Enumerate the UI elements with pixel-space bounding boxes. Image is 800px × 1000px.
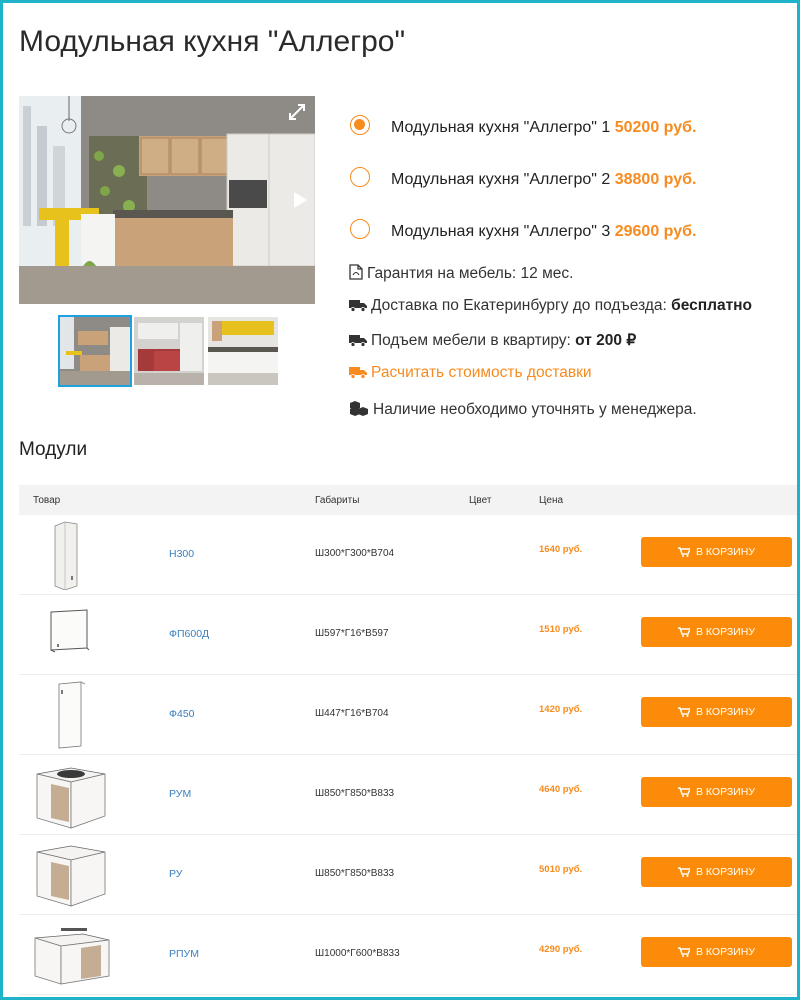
truck-icon bbox=[349, 367, 367, 379]
module-name[interactable]: Ф450 bbox=[169, 708, 195, 720]
next-arrow-icon[interactable] bbox=[291, 190, 309, 210]
page-frame: Модульная кухня "Аллегро" Модульная кухн… bbox=[0, 0, 800, 1000]
table-row: ФП600Д Ш597*Г16*В597 1510 руб. В КОРЗИНУ bbox=[19, 594, 797, 675]
add-to-cart-button[interactable]: В КОРЗИНУ bbox=[641, 937, 792, 967]
cart-icon bbox=[677, 627, 690, 637]
variant-option-3[interactable]: Модульная кухня "Аллегро" 3 29600 руб. bbox=[348, 215, 768, 249]
cart-label: В КОРЗИНУ bbox=[695, 546, 755, 558]
add-to-cart-button[interactable]: В КОРЗИНУ bbox=[641, 617, 792, 647]
module-price: 1640 руб. bbox=[539, 544, 583, 555]
lift-value: от 200 ₽ bbox=[575, 332, 637, 349]
cart-icon bbox=[677, 947, 690, 957]
add-to-cart-button[interactable]: В КОРЗИНУ bbox=[641, 537, 792, 567]
thumbnail-3[interactable] bbox=[206, 315, 280, 387]
truck-icon bbox=[349, 335, 367, 347]
cart-label: В КОРЗИНУ bbox=[695, 866, 755, 878]
module-name[interactable]: РУМ bbox=[169, 788, 191, 800]
variant-price: 50200 руб. bbox=[614, 119, 697, 136]
availability-line: Наличие необходимо уточнять у менеджера. bbox=[349, 400, 697, 419]
add-to-cart-button[interactable]: В КОРЗИНУ bbox=[641, 857, 792, 887]
cart-label: В КОРЗИНУ bbox=[695, 786, 755, 798]
table-header: Товар Габариты Цвет Цена bbox=[19, 485, 797, 515]
thumbnail-image bbox=[208, 317, 278, 385]
module-dims: Ш447*Г16*В704 bbox=[315, 708, 389, 719]
header-price: Цена bbox=[539, 495, 564, 506]
module-dims: Ш850*Г850*В833 bbox=[315, 788, 395, 799]
radio-unselected[interactable] bbox=[350, 219, 370, 239]
table-row: РПУМ Ш1000*Г600*В833 4290 руб. В КОРЗИНУ bbox=[19, 914, 797, 995]
add-to-cart-button[interactable]: В КОРЗИНУ bbox=[641, 777, 792, 807]
truck-icon bbox=[349, 300, 367, 312]
variant-label: Модульная кухня "Аллегро" 3 bbox=[391, 223, 611, 240]
variant-price: 29600 руб. bbox=[614, 223, 697, 240]
delivery-line: Доставка по Екатеринбургу до подъезда: б… bbox=[349, 297, 752, 315]
cart-label: В КОРЗИНУ bbox=[695, 626, 755, 638]
module-name[interactable]: Н300 bbox=[169, 548, 194, 560]
thumbnail-2[interactable] bbox=[132, 315, 206, 387]
kitchen-photo bbox=[19, 96, 315, 304]
module-name[interactable]: ФП600Д bbox=[169, 628, 209, 640]
cart-icon bbox=[677, 867, 690, 877]
radio-selected[interactable] bbox=[350, 115, 370, 135]
header-color: Цвет bbox=[469, 495, 492, 506]
variant-option-2[interactable]: Модульная кухня "Аллегро" 2 38800 руб. bbox=[348, 163, 768, 197]
radio-unselected[interactable] bbox=[350, 167, 370, 187]
expand-icon[interactable] bbox=[287, 102, 307, 122]
cart-icon bbox=[677, 547, 690, 557]
cart-icon bbox=[677, 787, 690, 797]
header-product: Товар bbox=[33, 495, 61, 506]
module-dims: Ш300*Г300*В704 bbox=[315, 548, 395, 559]
thumbnail-1[interactable] bbox=[58, 315, 132, 387]
page-title: Модульная кухня "Аллегро" bbox=[19, 25, 406, 58]
module-price: 4290 руб. bbox=[539, 944, 583, 955]
module-price: 5010 руб. bbox=[539, 864, 583, 875]
module-image[interactable] bbox=[31, 758, 111, 830]
module-dims: Ш597*Г16*В597 bbox=[315, 628, 389, 639]
lift-label: Подъем мебели в квартиру: bbox=[371, 332, 571, 349]
variant-label: Модульная кухня "Аллегро" 1 bbox=[391, 119, 611, 136]
delivery-value: бесплатно bbox=[671, 297, 752, 314]
warranty-line: Гарантия на мебель: 12 мес. bbox=[349, 264, 573, 283]
cart-label: В КОРЗИНУ bbox=[695, 946, 755, 958]
table-row: РУ Ш850*Г850*В833 5010 руб. В КОРЗИНУ bbox=[19, 834, 797, 915]
thumbnail-image bbox=[134, 317, 204, 385]
module-price: 4640 руб. bbox=[539, 784, 583, 795]
module-image[interactable] bbox=[31, 838, 111, 910]
module-image[interactable] bbox=[31, 598, 111, 670]
module-dims: Ш1000*Г600*В833 bbox=[315, 948, 400, 959]
delivery-label: Доставка по Екатеринбургу до подъезда: bbox=[371, 297, 667, 314]
table-row: Н300 Ш300*Г300*В704 1640 руб. В КОРЗИНУ bbox=[19, 514, 797, 595]
module-image[interactable] bbox=[31, 678, 111, 750]
module-image[interactable] bbox=[31, 918, 111, 990]
thumbnail-image bbox=[60, 317, 130, 385]
module-price: 1420 руб. bbox=[539, 704, 583, 715]
table-row: Ф450 Ш447*Г16*В704 1420 руб. В КОРЗИНУ bbox=[19, 674, 797, 755]
module-name[interactable]: РПУМ bbox=[169, 948, 199, 960]
document-icon bbox=[349, 264, 363, 280]
add-to-cart-button[interactable]: В КОРЗИНУ bbox=[641, 697, 792, 727]
table-row: РУМ Ш850*Г850*В833 4640 руб. В КОРЗИНУ bbox=[19, 754, 797, 835]
main-product-photo[interactable] bbox=[19, 96, 315, 304]
lift-line: Подъем мебели в квартиру: от 200 ₽ bbox=[349, 331, 636, 350]
calc-delivery-text[interactable]: Расчитать стоимость доставки bbox=[371, 364, 592, 381]
variant-option-1[interactable]: Модульная кухня "Аллегро" 1 50200 руб. bbox=[348, 111, 768, 145]
variant-label: Модульная кухня "Аллегро" 2 bbox=[391, 171, 611, 188]
modules-heading: Модули bbox=[19, 439, 88, 460]
module-image[interactable] bbox=[31, 518, 111, 591]
cart-label: В КОРЗИНУ bbox=[695, 706, 755, 718]
warranty-text: Гарантия на мебель: 12 мес. bbox=[367, 265, 574, 282]
cart-icon bbox=[677, 707, 690, 717]
header-dims: Габариты bbox=[315, 495, 360, 506]
module-price: 1510 руб. bbox=[539, 624, 583, 635]
module-name[interactable]: РУ bbox=[169, 868, 182, 880]
module-dims: Ш850*Г850*В833 bbox=[315, 868, 395, 879]
calc-delivery-link[interactable]: Расчитать стоимость доставки bbox=[349, 364, 592, 382]
availability-text: Наличие необходимо уточнять у менеджера. bbox=[373, 401, 697, 418]
cubes-icon bbox=[350, 401, 368, 416]
variant-price: 38800 руб. bbox=[614, 171, 697, 188]
